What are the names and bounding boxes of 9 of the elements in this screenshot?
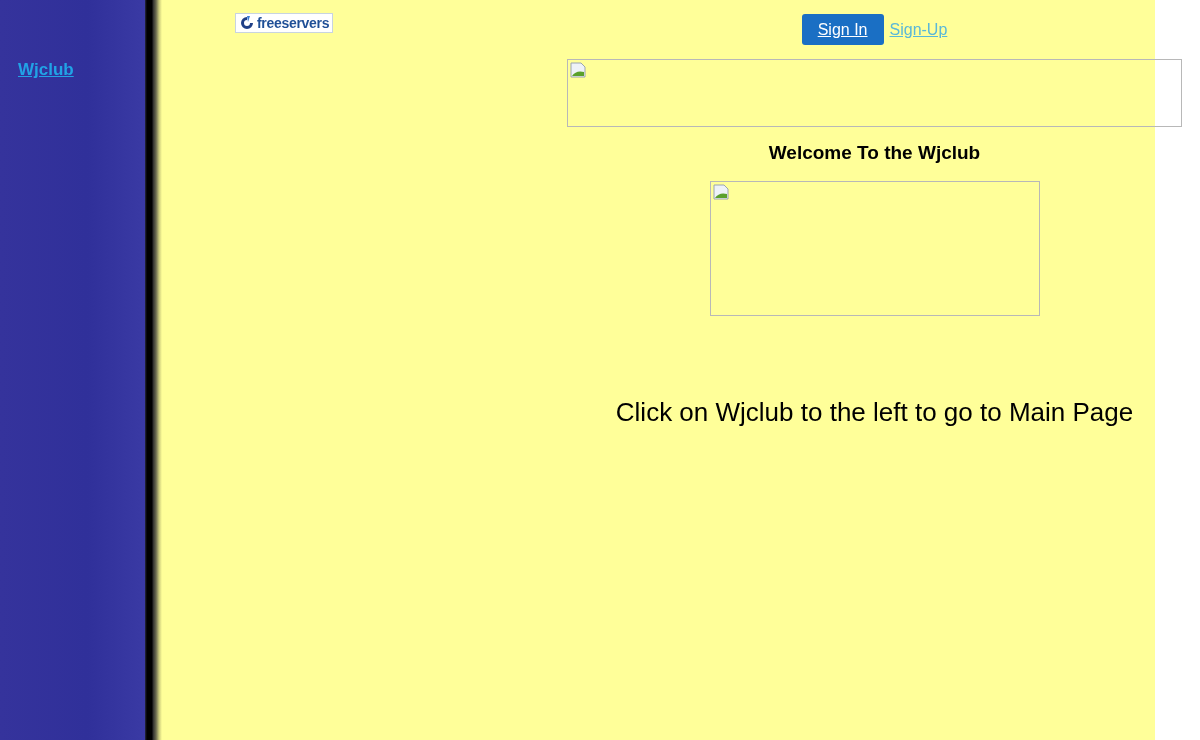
welcome-heading: Welcome To the Wjclub <box>768 141 981 165</box>
instruction-text: Click on Wjclub to the left to go to Main Page <box>615 396 1134 428</box>
broken-image-icon <box>570 62 586 78</box>
swirl-icon <box>239 15 255 31</box>
sign-in-button[interactable]: Sign In <box>801 14 884 45</box>
broken-image-icon <box>712 184 729 200</box>
sidebar-link[interactable]: Wjclub <box>18 60 74 79</box>
logo-text: freeservers <box>257 15 330 31</box>
logo-badge[interactable]: freeservers <box>235 13 334 33</box>
